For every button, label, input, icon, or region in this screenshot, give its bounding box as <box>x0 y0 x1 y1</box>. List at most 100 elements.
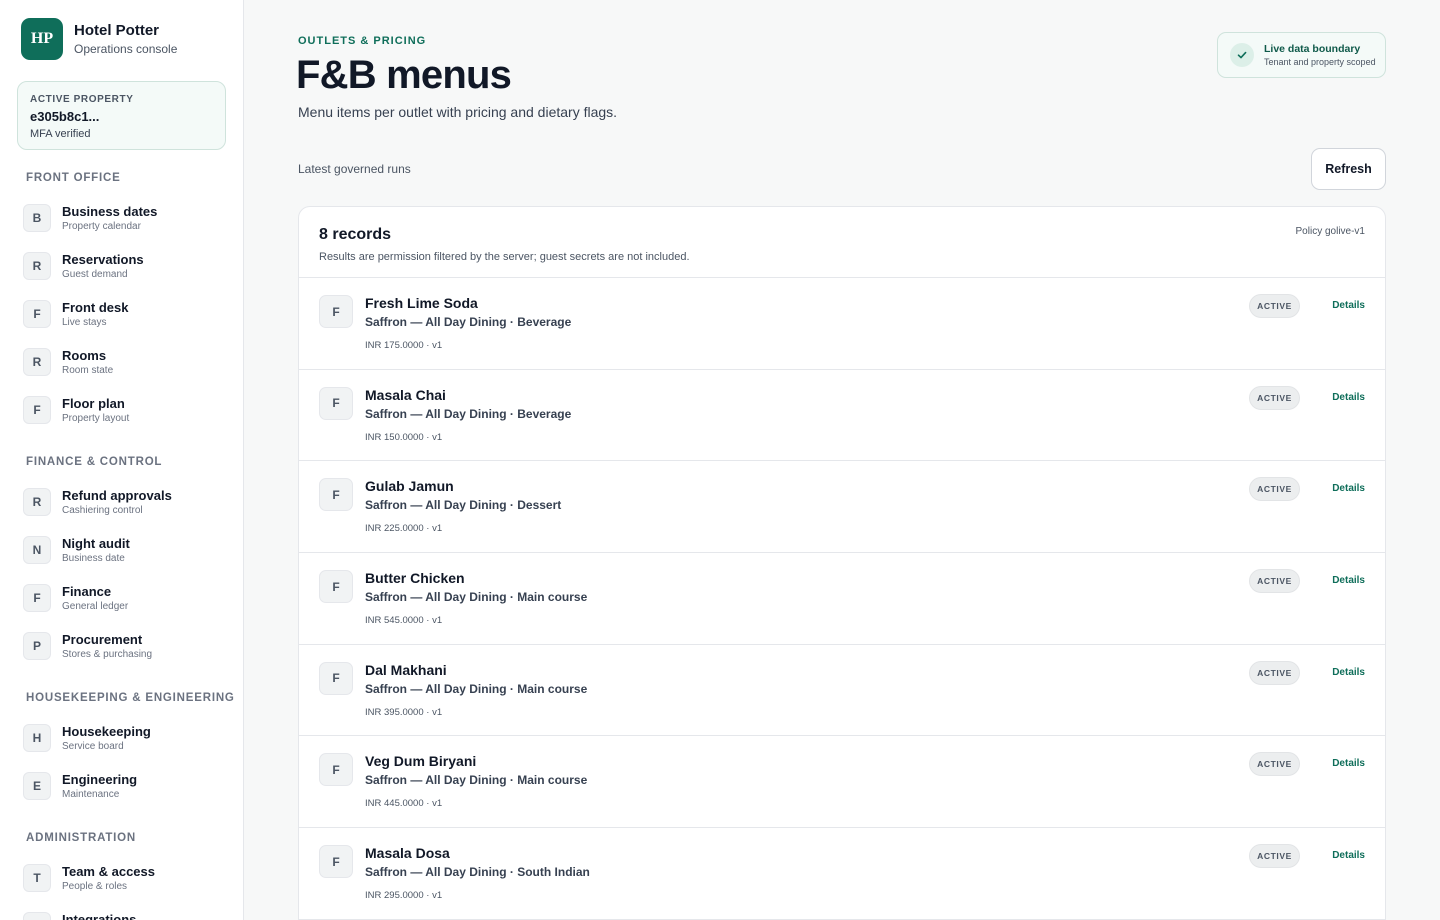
nav-item-sublabel: People & roles <box>62 880 128 892</box>
property-mfa-status: MFA verified <box>30 128 91 140</box>
sidebar-item-finance[interactable]: F Finance General ledger <box>0 574 243 622</box>
row-badge: F <box>319 386 353 420</box>
menu-item-name: Masala Dosa <box>365 845 450 862</box>
nav-item-text: Engineering Maintenance <box>62 772 137 801</box>
brand-subtitle: Operations console <box>74 42 178 56</box>
menu-item-outlet: Saffron — All Day Dining · Dessert <box>365 498 562 513</box>
sidebar-item-integrations[interactable]: I IntegrationsIT administration <box>0 902 243 920</box>
row-badge: F <box>319 295 353 328</box>
nav-item-sublabel: Maintenance <box>62 788 120 800</box>
sidebar-item-reservations[interactable]: R Reservations Guest demand <box>0 242 243 290</box>
nav-item-badge: E <box>23 772 51 800</box>
nav-item-text: Team & access People & roles <box>62 864 155 893</box>
nav-item-sublabel: Business date <box>62 552 125 564</box>
details-link[interactable]: Details <box>1332 300 1365 311</box>
nav-item-badge: F <box>23 300 51 328</box>
nav-item-label: Finance <box>62 583 112 599</box>
details-link[interactable]: Details <box>1332 483 1365 494</box>
main-content: Outlets & pricing F&B menus Menu items p… <box>244 0 1440 920</box>
nav-item-text: Refund approvals Cashiering control <box>62 488 172 517</box>
menu-item-outlet: Saffron — All Day Dining · Beverage <box>365 315 572 329</box>
menu-item-price: INR 295.0000 · v1 <box>365 890 443 902</box>
nav-item-text: Front desk Live stays <box>62 300 128 329</box>
nav-item-text: Procurement Stores & purchasing <box>62 632 152 661</box>
nav-item-text: IntegrationsIT administration <box>62 912 136 920</box>
sidebar-item-procurement[interactable]: P Procurement Stores & purchasing <box>0 622 243 670</box>
nav-item-badge: T <box>23 864 51 892</box>
sidebar-item-engineering[interactable]: E Engineering Maintenance <box>0 762 243 810</box>
check-icon <box>1230 43 1254 67</box>
nav-section-title: Housekeeping & engineering <box>26 692 235 704</box>
nav-item-badge: R <box>23 488 51 516</box>
nav-item-sublabel: Room state <box>62 364 114 376</box>
status-badge: ACTIVE <box>1249 569 1300 594</box>
table-row: F Masala Chai Saffron — All Day Dining · B… <box>299 370 1385 462</box>
active-property-card[interactable]: Active property e305b8c1... MFA verified <box>17 81 226 150</box>
details-link[interactable]: Details <box>1332 575 1365 586</box>
nav-section-title: Front office <box>26 172 121 184</box>
nav-item-label: Floor plan <box>62 395 125 411</box>
sidebar-item-rooms[interactable]: R Rooms Room state <box>0 338 243 386</box>
records-list: F Fresh Lime Soda Saffron — All Day Dining… <box>299 278 1385 920</box>
records-note: Results are permission filtered by the s… <box>319 251 690 263</box>
table-row: F Veg Dum Biryani Saffron — All Day Dining… <box>299 736 1385 829</box>
sidebar-item-business-dates[interactable]: B Business dates Property calendar <box>0 194 243 242</box>
table-row: F Dal Makhani Saffron — All Day Dining · M… <box>299 645 1385 737</box>
brand[interactable]: HP Hotel Potter Operations console <box>21 18 177 60</box>
nav-item-label: Engineering <box>62 771 138 787</box>
nav-item-sublabel: Stores & purchasing <box>62 648 153 660</box>
brand-logo: HP <box>21 18 63 60</box>
status-badge: ACTIVE <box>1249 752 1300 777</box>
refresh-button[interactable]: Refresh <box>1311 148 1386 190</box>
property-id: e305b8c1... <box>30 109 100 124</box>
sidebar-item-night-audit[interactable]: N Night audit Business date <box>0 526 243 574</box>
menu-item-price: INR 445.0000 · v1 <box>365 798 443 810</box>
menu-item-outlet: Saffron — All Day Dining · Beverage <box>365 406 572 421</box>
sidebar-item-team-access[interactable]: T Team & access People & roles <box>0 854 243 902</box>
details-link[interactable]: Details <box>1332 667 1365 678</box>
row-badge: F <box>319 661 353 695</box>
details-link[interactable]: Details <box>1332 758 1365 769</box>
nav-item-badge: F <box>23 396 51 424</box>
sidebar-item-floor-plan[interactable]: F Floor plan Property layout <box>0 386 243 434</box>
sidebar-item-refund-approvals[interactable]: R Refund approvals Cashiering control <box>0 478 243 526</box>
menu-item-price: INR 545.0000 · v1 <box>365 615 443 627</box>
nav-item-label: Business dates <box>62 203 158 219</box>
nav-section-gap <box>0 434 243 446</box>
menu-item-name: Veg Dum Biryani <box>365 753 477 770</box>
nav-item-badge: R <box>23 252 51 280</box>
nav-item-sublabel: Property calendar <box>62 220 141 232</box>
nav-item-sublabel: Service board <box>62 740 124 752</box>
menu-item-price: INR 175.0000 · v1 <box>365 340 443 351</box>
page-eyebrow: Outlets & pricing <box>298 35 427 47</box>
nav-item-badge: F <box>23 584 51 612</box>
nav-item-label: Integrations <box>62 911 137 920</box>
nav-item-text: Night audit Business date <box>62 536 130 565</box>
sidebar-item-front-desk[interactable]: F Front desk Live stays <box>0 290 243 338</box>
menu-item-price: INR 225.0000 · v1 <box>365 523 443 535</box>
records-panel: 8 records Results are permission filtere… <box>298 206 1386 920</box>
nav-item-badge: P <box>23 632 51 660</box>
nav-section-gap <box>0 810 243 822</box>
details-link[interactable]: Details <box>1332 850 1365 861</box>
sidebar-nav: Front office B Business dates Property cale… <box>0 162 243 920</box>
status-badge: ACTIVE <box>1249 294 1300 318</box>
nav-item-badge: I <box>23 912 51 920</box>
nav-item-sublabel: Live stays <box>62 316 107 328</box>
sidebar-item-housekeeping[interactable]: H Housekeeping Service board <box>0 714 243 762</box>
menu-item-price: INR 395.0000 · v1 <box>365 706 443 718</box>
table-row: F Fresh Lime Soda Saffron — All Day Dining… <box>299 278 1385 370</box>
nav-item-text: Housekeeping Service board <box>62 724 151 753</box>
nav-item-badge: R <box>23 348 51 376</box>
row-badge: F <box>319 845 353 879</box>
brand-text: Hotel Potter Operations console <box>74 21 177 57</box>
nav-section-title: Finance & control <box>26 456 163 468</box>
live-data-boundary: Live data boundary Tenant and property s… <box>1217 32 1386 78</box>
nav-item-text: Floor plan Property layout <box>62 396 129 425</box>
menu-item-outlet: Saffron — All Day Dining · Main course <box>365 773 588 788</box>
policy-label: Policy golive-v1 <box>1295 226 1365 237</box>
nav-section-title: Administration <box>26 832 137 844</box>
details-link[interactable]: Details <box>1332 392 1365 403</box>
nav-item-badge: B <box>23 204 51 232</box>
nav-item-label: Front desk <box>62 299 129 315</box>
